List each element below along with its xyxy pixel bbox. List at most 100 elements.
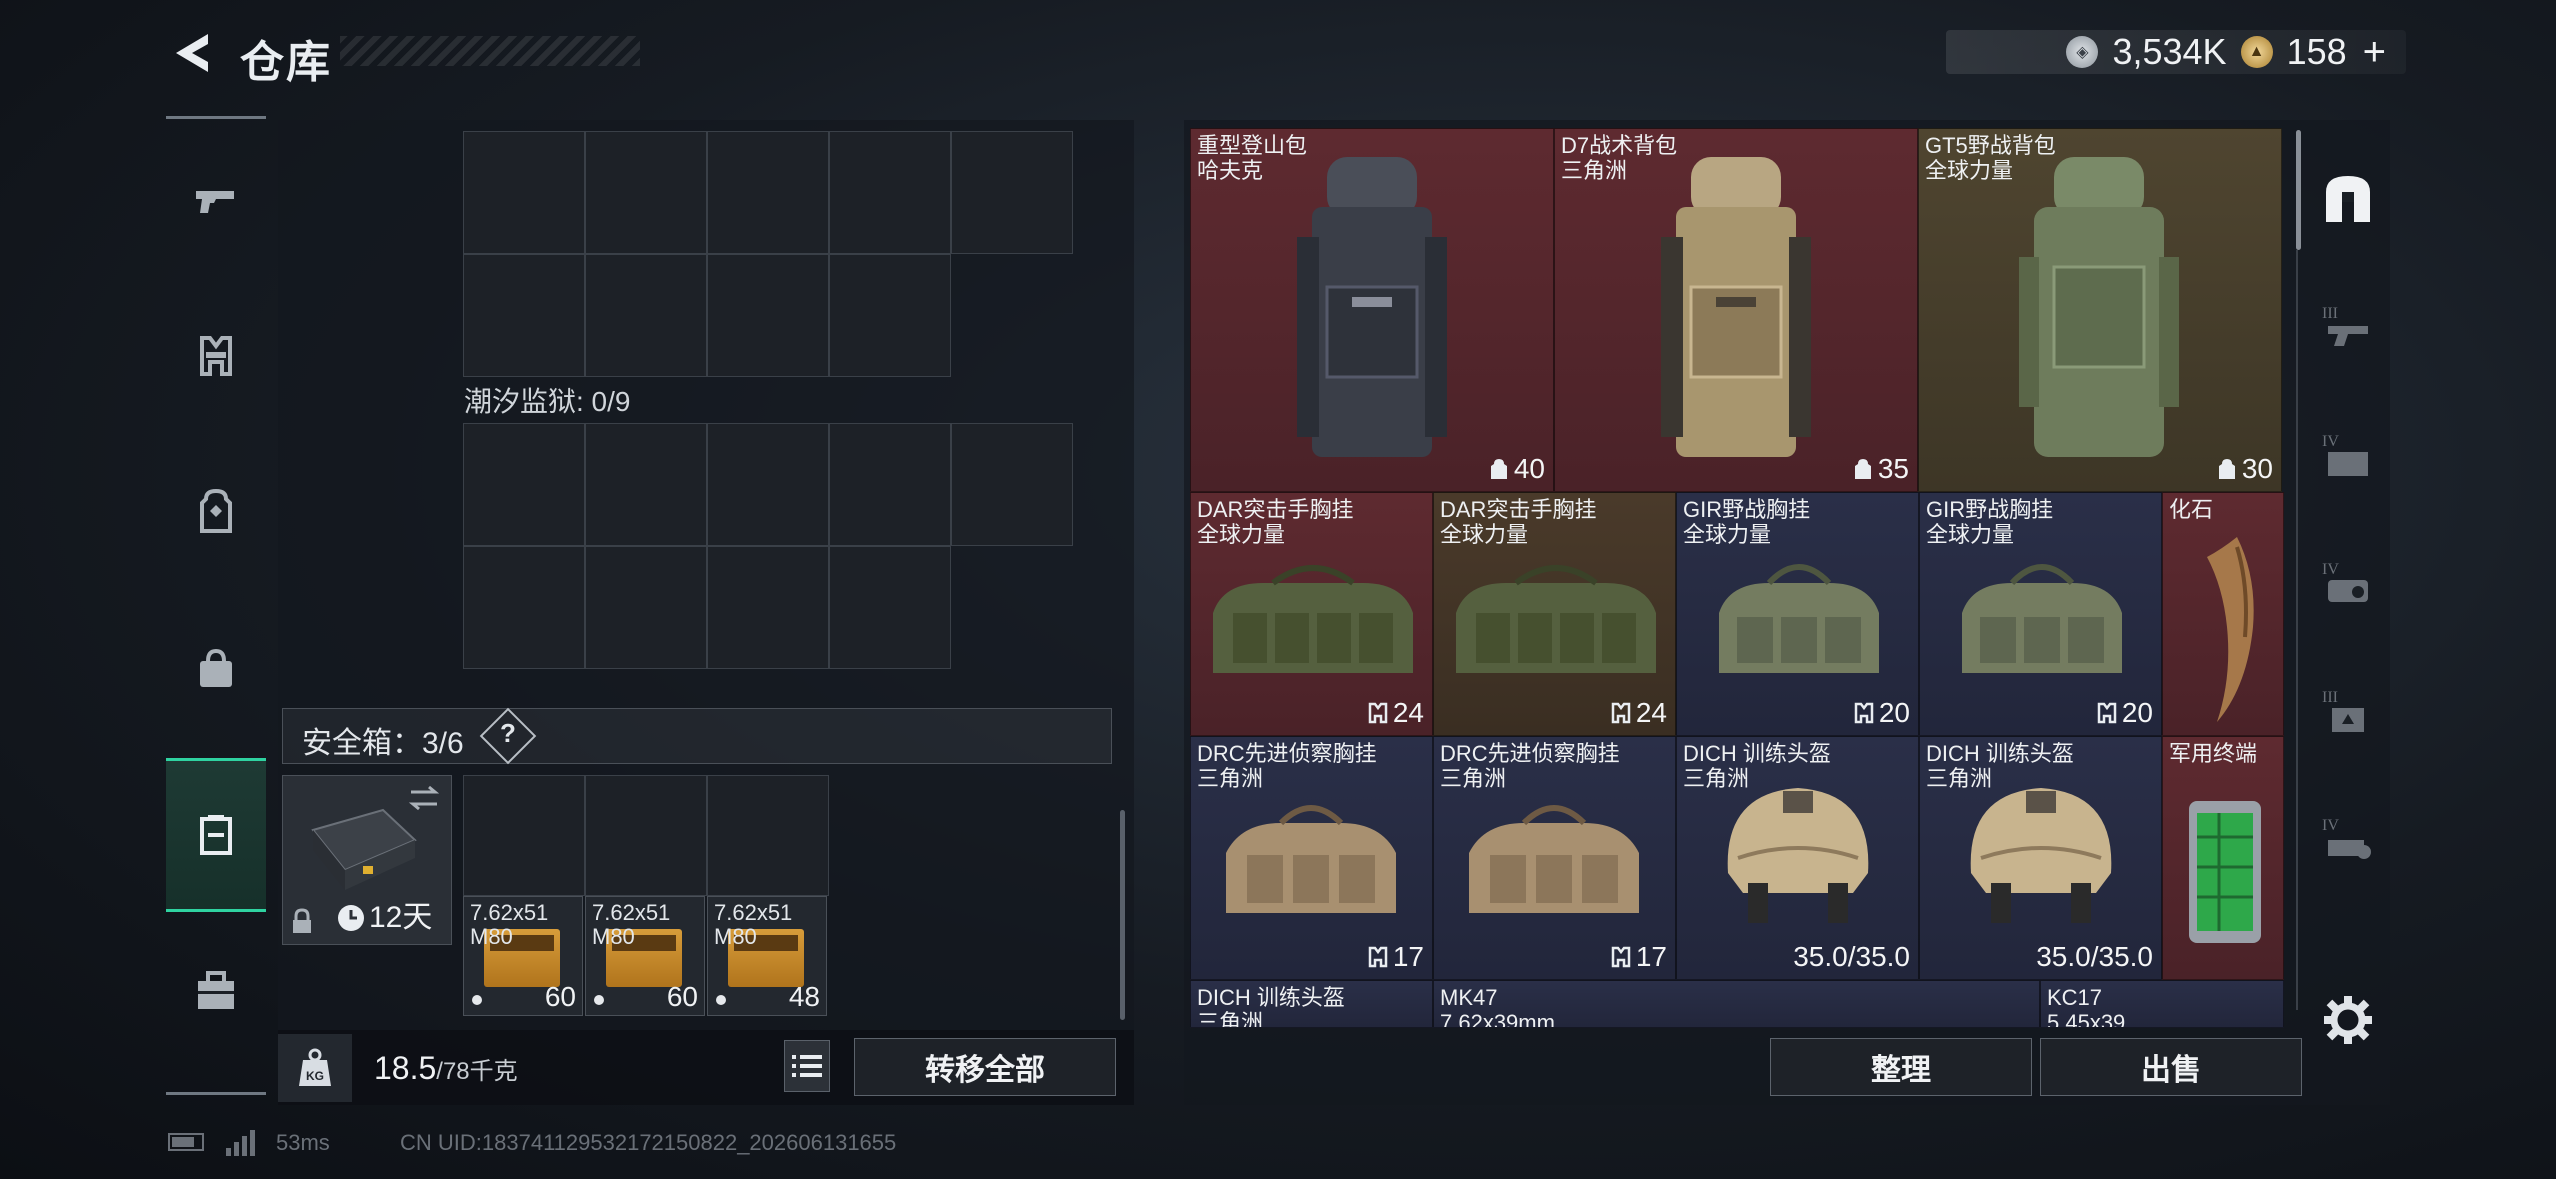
- grid-cell[interactable]: [585, 423, 707, 546]
- tier-gear-icon: IV: [2322, 561, 2368, 602]
- safe-case-item[interactable]: 12天: [282, 775, 452, 945]
- case-expiry-days: 12天: [369, 901, 433, 934]
- item-card[interactable]: DRC先进侦察胸挂 三角洲 17: [1190, 736, 1433, 980]
- sidebar-item-chest-rig[interactable]: [166, 291, 266, 421]
- filter-tier-4-key[interactable]: IV: [2308, 778, 2388, 898]
- swap-icon[interactable]: [407, 784, 441, 812]
- tier-weapon-icon: III: [2322, 305, 2368, 346]
- backpack-capacity-icon: [2218, 459, 2235, 479]
- grid-cell[interactable]: [707, 546, 829, 669]
- filter-tier-3-armor[interactable]: III: [2308, 650, 2388, 770]
- grid-cell[interactable]: [707, 131, 829, 254]
- field-backpack-icon: [2019, 157, 2179, 457]
- grid-cell[interactable]: [463, 546, 585, 669]
- signal-icon: [226, 1130, 258, 1156]
- item-card[interactable]: GIR野战胸挂 全球力量 20: [1676, 492, 1919, 736]
- item-brand: 三角洲: [1440, 766, 1507, 791]
- grid-cell[interactable]: [585, 254, 707, 377]
- item-card[interactable]: DRC先进侦察胸挂 三角洲 17: [1433, 736, 1676, 980]
- grid-cell[interactable]: [829, 254, 951, 377]
- back-icon[interactable]: [168, 30, 216, 76]
- grid-cell[interactable]: [707, 254, 829, 377]
- filter-tier-3-weapon[interactable]: III: [2308, 266, 2388, 386]
- item-card[interactable]: 重型登山包 哈夫克 40: [1190, 128, 1554, 492]
- lock-icon: [293, 908, 311, 933]
- clock-icon: [338, 905, 364, 931]
- filter-all[interactable]: [2308, 138, 2388, 258]
- grid-cell[interactable]: [829, 546, 951, 669]
- tier-label: IV: [2322, 561, 2339, 578]
- grid-cell[interactable]: [463, 423, 585, 546]
- sidebar-item-bag[interactable]: [166, 604, 266, 734]
- prison-container-label: 潮汐监狱: 0/9: [464, 386, 631, 417]
- grid-cell[interactable]: [585, 775, 707, 896]
- item-value: 17: [1392, 941, 1424, 972]
- ammo-count: 60: [544, 981, 576, 1012]
- tier-label: IV: [2322, 817, 2339, 834]
- backpack-capacity-icon: [1490, 459, 1507, 479]
- item-card[interactable]: DAR突击手胸挂 全球力量 24: [1433, 492, 1676, 736]
- tier-label: III: [2322, 305, 2338, 322]
- grid-cell[interactable]: [463, 131, 585, 254]
- item-card[interactable]: DICH 训练头盔 三角洲 35.0/35.0: [1676, 736, 1919, 980]
- bag-icon: [200, 648, 232, 687]
- item-card[interactable]: 化石: [2162, 492, 2284, 736]
- item-name: DRC先进侦察胸挂: [1197, 741, 1377, 766]
- grid-cell[interactable]: [585, 131, 707, 254]
- military-terminal-icon: [2189, 801, 2261, 943]
- ammo-item[interactable]: 7.62x51 M80 60: [585, 896, 705, 1016]
- item-card[interactable]: DICH 训练头盔 三角洲: [1190, 980, 1433, 1028]
- ammo-item[interactable]: 7.62x51 M80 60: [463, 896, 583, 1016]
- grid-cell[interactable]: [585, 546, 707, 669]
- grid-cell[interactable]: [829, 131, 951, 254]
- item-capacity: 20: [1853, 697, 1910, 729]
- rig-capacity-icon: [1368, 702, 1388, 724]
- item-card[interactable]: KC17 5.45x39: [2040, 980, 2284, 1028]
- item-name: GIR野战胸挂: [1926, 497, 2054, 522]
- item-capacity: 17: [1610, 941, 1667, 973]
- item-card[interactable]: D7战术背包 三角洲 35: [1554, 128, 1918, 492]
- item-brand: 三角洲: [1197, 766, 1264, 791]
- add-currency-button[interactable]: +: [2363, 30, 2386, 75]
- sidebar-item-toolbox[interactable]: [166, 926, 266, 1056]
- grid-cell[interactable]: [463, 254, 585, 377]
- ammo-item[interactable]: 7.62x51 M80 48: [707, 896, 827, 1016]
- item-name: 化石: [2169, 497, 2214, 522]
- grid-cell[interactable]: [463, 775, 585, 896]
- grid-cell[interactable]: [951, 423, 1073, 546]
- item-brand: 全球力量: [1440, 522, 1529, 547]
- help-icon[interactable]: ?: [497, 718, 519, 749]
- settings-button[interactable]: [2308, 975, 2388, 1065]
- item-card[interactable]: GT5野战背包 全球力量 30: [1918, 128, 2282, 492]
- grid-cell[interactable]: [707, 775, 829, 896]
- sidebar-item-safe-box[interactable]: [166, 758, 266, 912]
- item-card[interactable]: DAR突击手胸挂 全球力量 24: [1190, 492, 1433, 736]
- list-view-button[interactable]: [784, 1040, 830, 1092]
- item-name: GIR野战胸挂: [1683, 497, 1811, 522]
- filter-tier-4-gear[interactable]: IV: [2308, 522, 2388, 642]
- sidebar-item-weapons[interactable]: [166, 136, 266, 266]
- ammo-dot-icon: [594, 995, 604, 1005]
- item-card[interactable]: MK47 7.62x39mm: [1433, 980, 2040, 1028]
- inventory-scrollbar[interactable]: [2296, 130, 2301, 250]
- silver-coin-icon: ◈: [2066, 36, 2099, 68]
- sort-button[interactable]: 整理: [1770, 1038, 2032, 1096]
- sidebar-item-backpack[interactable]: [166, 446, 266, 576]
- item-card[interactable]: 军用终端: [2162, 736, 2284, 980]
- item-card[interactable]: GIR野战胸挂 全球力量 20: [1919, 492, 2162, 736]
- rig-capacity-icon: [2097, 702, 2117, 724]
- item-value: 35.0/35.0: [2036, 941, 2153, 972]
- svg-text:KG: KG: [306, 1069, 324, 1083]
- sidebar-divider-bottom: [166, 1092, 266, 1095]
- left-panel-scrollbar[interactable]: [1120, 810, 1125, 1020]
- tactical-backpack-icon: [1661, 157, 1811, 457]
- filter-tier-4-folder[interactable]: IV: [2308, 394, 2388, 514]
- item-card[interactable]: DICH 训练头盔 三角洲 35.0/35.0: [1919, 736, 2162, 980]
- grid-cell[interactable]: [829, 423, 951, 546]
- sell-button[interactable]: 出售: [2040, 1038, 2302, 1096]
- transfer-all-button[interactable]: 转移全部: [854, 1038, 1116, 1096]
- grid-cell[interactable]: [951, 131, 1073, 254]
- grid-cell[interactable]: [707, 423, 829, 546]
- item-brand: 5.45x39: [2047, 1010, 2126, 1028]
- warehouse-icon: [2326, 176, 2370, 222]
